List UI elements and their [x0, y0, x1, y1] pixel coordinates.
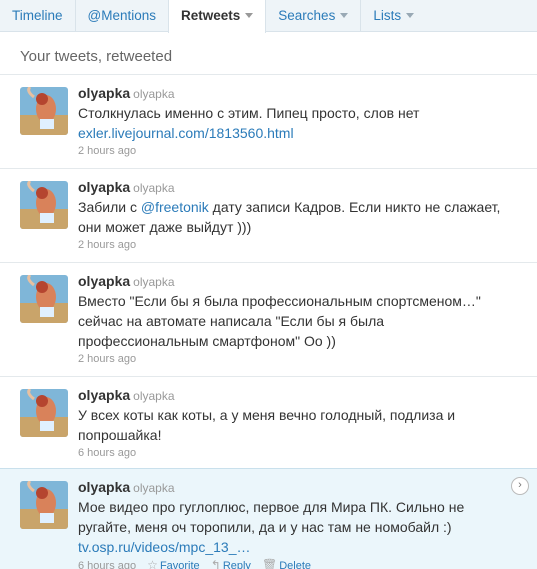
- tweet-timestamp[interactable]: 2 hours ago: [78, 237, 507, 253]
- tweet-item[interactable]: olyapka olyapka Вместо "Если бы я была пр…: [0, 262, 537, 376]
- caret-down-icon: [406, 13, 415, 18]
- tab-retweets[interactable]: Retweets: [168, 0, 267, 33]
- tweet-text: У всех коты как коты, а у меня вечно гол…: [78, 407, 456, 443]
- tab-label: Timeline: [12, 8, 63, 23]
- tab-lists[interactable]: Lists: [361, 0, 426, 32]
- chevron-right-icon[interactable]: ›: [511, 477, 529, 495]
- tweet-content: olyapka olyapka Мое видео про гуглоплюс, …: [78, 478, 507, 569]
- tab-mentions[interactable]: @Mentions: [76, 0, 168, 32]
- tweet-text: Столкнулась именно с этим. Пипец просто,…: [78, 103, 507, 143]
- tweet-text-part: Мое видео про гуглоплюс, первое для Мира…: [78, 499, 465, 535]
- tweet-content: olyapka olyapka Столкнулась именно с этим…: [78, 84, 507, 159]
- tweet-user-line: olyapka olyapka: [78, 478, 507, 497]
- delete-button[interactable]: 🗑 Delete: [262, 558, 312, 569]
- tweet-user-line: olyapka olyapka: [78, 386, 507, 405]
- reply-label: Reply: [222, 560, 251, 569]
- tweet-text-part: Забили с: [78, 199, 141, 215]
- caret-down-icon: [340, 13, 349, 18]
- delete-label: Delete: [279, 560, 312, 569]
- screen-name[interactable]: olyapka: [78, 179, 130, 195]
- mention-link[interactable]: @freetonik: [141, 199, 209, 215]
- tweet-timestamp[interactable]: 6 hours ago: [78, 445, 507, 461]
- tweet-content: olyapka olyapka У всех коты как коты, а у…: [78, 386, 507, 461]
- favorite-label: Favorite: [159, 560, 200, 569]
- tweet-item[interactable]: olyapka olyapka У всех коты как коты, а у…: [0, 376, 537, 468]
- screen-name[interactable]: olyapka: [78, 273, 130, 289]
- star-icon: ☆: [147, 558, 158, 569]
- full-name: olyapka: [133, 181, 175, 195]
- tab-label: Searches: [278, 8, 336, 23]
- tweet-content: olyapka olyapka Вместо "Если бы я была пр…: [78, 272, 507, 367]
- tweet-text: Мое видео про гуглоплюс, первое для Мира…: [78, 497, 507, 557]
- tweet-user-line: olyapka olyapka: [78, 84, 507, 103]
- avatar[interactable]: [20, 389, 68, 437]
- full-name: olyapka: [133, 481, 175, 495]
- screen-name[interactable]: olyapka: [78, 387, 130, 403]
- avatar[interactable]: [20, 87, 68, 135]
- tab-label: Lists: [373, 8, 402, 23]
- screen-name[interactable]: olyapka: [78, 85, 130, 101]
- tab-label: Retweets: [181, 8, 241, 23]
- tweet-user-line: olyapka olyapka: [78, 178, 507, 197]
- avatar[interactable]: [20, 275, 68, 323]
- tweet-timestamp[interactable]: 2 hours ago: [78, 351, 507, 367]
- tweet-timestamp[interactable]: 2 hours ago: [78, 143, 507, 159]
- full-name: olyapka: [133, 389, 175, 403]
- tweet-link[interactable]: exler.livejournal.com/1813560.html: [78, 125, 294, 141]
- caret-down-icon: [245, 13, 254, 18]
- favorite-button[interactable]: ☆ Favorite: [147, 558, 200, 569]
- tab-bar: Timeline @Mentions Retweets Searches Lis…: [0, 0, 537, 33]
- tweet-item[interactable]: olyapka olyapka Мое видео про гуглоплюс, …: [0, 468, 537, 569]
- trash-icon: 🗑: [262, 558, 278, 569]
- tweet-text: Забили с @freetonik дату записи Кадров. …: [78, 197, 507, 237]
- screen-name[interactable]: olyapka: [78, 479, 130, 495]
- tweet-content: olyapka olyapka Забили с @freetonik дату …: [78, 178, 507, 253]
- full-name: olyapka: [133, 87, 175, 101]
- full-name: olyapka: [133, 275, 175, 289]
- avatar[interactable]: [20, 181, 68, 229]
- tweet-text: Вместо "Если бы я была профессиональным …: [78, 293, 481, 349]
- reply-arrow-icon: ↰: [210, 558, 221, 569]
- tweet-timestamp[interactable]: 6 hours ago: [78, 560, 136, 569]
- avatar[interactable]: [20, 481, 68, 529]
- page-title: Your tweets, retweeted: [20, 48, 173, 65]
- tweet-actions: 6 hours ago ☆ Favorite ↰ Reply 🗑 Delete: [78, 557, 507, 569]
- tweet-item[interactable]: olyapka olyapka Забили с @freetonik дату …: [0, 168, 537, 262]
- tweet-item[interactable]: olyapka olyapka Столкнулась именно с этим…: [0, 74, 537, 168]
- tweet-text-part: Столкнулась именно с этим. Пипец просто,…: [78, 105, 420, 121]
- tweet-user-line: olyapka olyapka: [78, 272, 507, 291]
- tab-label: @Mentions: [87, 8, 156, 23]
- reply-button[interactable]: ↰ Reply: [210, 558, 251, 569]
- tab-timeline[interactable]: Timeline: [0, 0, 75, 32]
- tweet-link[interactable]: tv.osp.ru/videos/mpc_13_…: [78, 539, 251, 555]
- tab-searches[interactable]: Searches: [266, 0, 360, 32]
